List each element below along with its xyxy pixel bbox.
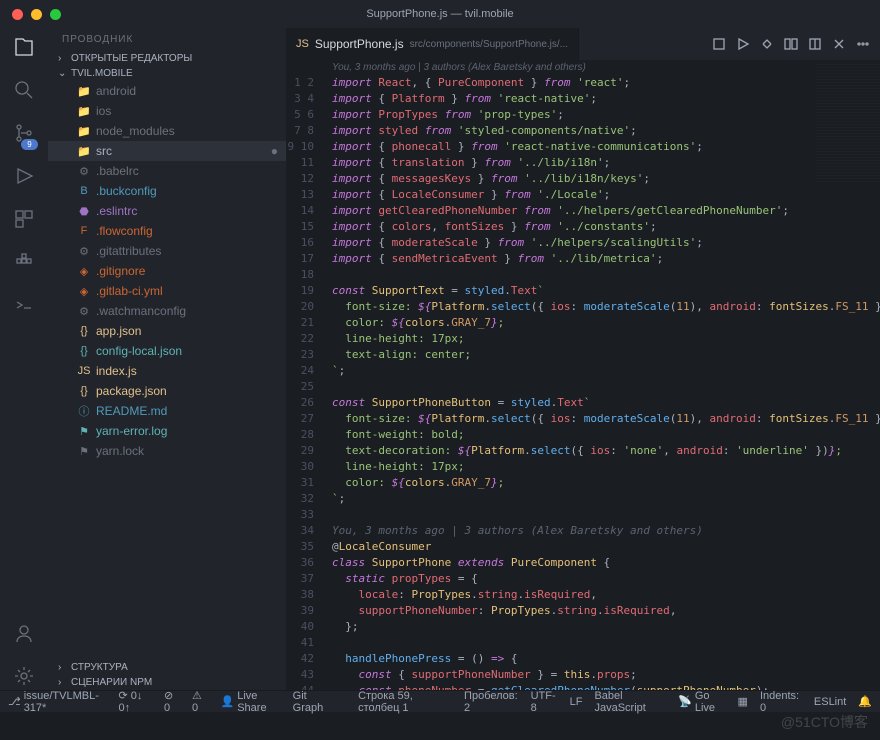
account-icon[interactable] — [13, 622, 35, 647]
tree-item[interactable]: JSindex.js — [48, 361, 286, 381]
more-icon[interactable] — [856, 37, 870, 51]
file-tree[interactable]: 📁android📁ios📁node_modules📁src●⚙.babelrcB… — [48, 81, 286, 660]
sb-indents[interactable]: Indents: 0 — [760, 690, 802, 714]
line-gutter: 1 2 3 4 5 6 7 8 9 10 11 12 13 14 15 16 1… — [286, 75, 324, 690]
sb-layout[interactable]: ▦ — [738, 695, 748, 708]
code-lines[interactable]: import React, { PureComponent } from 're… — [324, 75, 880, 690]
blame-annotation: You, 3 months ago | 3 authors (Alex Bare… — [286, 60, 880, 75]
editor-actions — [712, 37, 880, 51]
scm-icon[interactable] — [13, 122, 35, 147]
activity-bar — [0, 28, 48, 690]
close-icon[interactable] — [832, 37, 846, 51]
sidebar-section[interactable]: ⌄TVIL.MOBILE — [48, 66, 286, 81]
debug-icon[interactable] — [13, 165, 35, 190]
tree-item[interactable]: ⚙.watchmanconfig — [48, 301, 286, 321]
explorer-icon[interactable] — [13, 36, 35, 61]
window-controls — [0, 9, 61, 20]
sb-errors[interactable]: ⊘ 0 — [164, 689, 180, 714]
tab-filename: SupportPhone.js — [315, 37, 404, 51]
sb-gitgraph[interactable]: Git Graph — [293, 690, 334, 714]
close-icon[interactable] — [12, 9, 23, 20]
tree-item[interactable]: F.flowconfig — [48, 221, 286, 241]
minimize-icon[interactable] — [31, 9, 42, 20]
sb-golive[interactable]: 📡 Go Live — [678, 690, 725, 714]
sb-cursor[interactable]: Строка 59, столбец 1 — [358, 690, 452, 714]
tree-item[interactable]: 📁src● — [48, 141, 286, 161]
zoom-icon[interactable] — [50, 9, 61, 20]
tree-item[interactable]: {}app.json — [48, 321, 286, 341]
sb-spaces[interactable]: Пробелов: 2 — [464, 690, 519, 714]
tree-item[interactable]: ⬣.eslintrc — [48, 201, 286, 221]
js-icon: JS — [296, 38, 309, 50]
tree-item[interactable]: ⚙.gitattributes — [48, 241, 286, 261]
sidebar-section[interactable]: ›ОТКРЫТЫЕ РЕДАКТОРЫ — [48, 51, 286, 66]
tree-item[interactable]: 📁android — [48, 81, 286, 101]
sb-eol[interactable]: LF — [570, 696, 583, 708]
editor: JS SupportPhone.js src/components/Suppor… — [286, 28, 880, 690]
sidebar: ПРОВОДНИК ›ОТКРЫТЫЕ РЕДАКТОРЫ⌄TVIL.MOBIL… — [48, 28, 286, 690]
sb-liveshare[interactable]: 👤 Live Share — [221, 690, 281, 714]
tree-item[interactable]: ⚑yarn-error.log — [48, 421, 286, 441]
layout-icon[interactable] — [808, 37, 822, 51]
tree-item[interactable]: ◈.gitlab-ci.yml — [48, 281, 286, 301]
tree-item[interactable]: 📁node_modules — [48, 121, 286, 141]
run-icon[interactable] — [736, 37, 750, 51]
compare-icon[interactable] — [712, 37, 726, 51]
search-icon[interactable] — [13, 79, 35, 104]
sb-encoding[interactable]: UTF-8 — [531, 690, 558, 714]
tree-item[interactable]: 📁ios — [48, 101, 286, 121]
docker-icon[interactable] — [13, 251, 35, 276]
tree-item[interactable]: ⚙.babelrc — [48, 161, 286, 181]
extensions-icon[interactable] — [13, 208, 35, 233]
titlebar: SupportPhone.js — tvil.mobile — [0, 0, 880, 28]
remote-icon[interactable] — [13, 294, 35, 319]
sb-warnings[interactable]: ⚠ 0 — [192, 689, 209, 714]
statusbar: ⎇ issue/TVLMBL-317* ⟳ 0↓ 0↑ ⊘ 0 ⚠ 0 👤 Li… — [0, 690, 880, 712]
sb-branch[interactable]: ⎇ issue/TVLMBL-317* — [8, 690, 107, 714]
sidebar-section[interactable]: ›СТРУКТУРА — [48, 660, 286, 675]
tree-item[interactable]: ⓘREADME.md — [48, 401, 286, 421]
window-title: SupportPhone.js — tvil.mobile — [366, 8, 513, 20]
split-icon[interactable] — [784, 37, 798, 51]
sb-bell[interactable]: 🔔 — [858, 695, 872, 708]
sb-eslint[interactable]: ESLint — [814, 696, 846, 708]
sb-lang[interactable]: Babel JavaScript — [594, 690, 666, 714]
sidebar-section[interactable]: ›СЦЕНАРИИ NPM — [48, 675, 286, 690]
gear-icon[interactable] — [13, 665, 35, 690]
watermark: @51CTO博客 — [781, 712, 868, 732]
tree-item[interactable]: {}config-local.json — [48, 341, 286, 361]
tab-bar: JS SupportPhone.js src/components/Suppor… — [286, 28, 880, 60]
tab-path: src/components/SupportPhone.js/... — [410, 39, 568, 50]
open-changes-icon[interactable] — [760, 37, 774, 51]
code-area[interactable]: 1 2 3 4 5 6 7 8 9 10 11 12 13 14 15 16 1… — [286, 75, 880, 690]
tree-item[interactable]: {}package.json — [48, 381, 286, 401]
tab-supportphone[interactable]: JS SupportPhone.js src/components/Suppor… — [286, 28, 579, 60]
tree-item[interactable]: ◈.gitignore — [48, 261, 286, 281]
sidebar-title: ПРОВОДНИК — [48, 28, 286, 51]
tree-item[interactable]: B.buckconfig — [48, 181, 286, 201]
tree-item[interactable]: ⚑yarn.lock — [48, 441, 286, 461]
sb-sync[interactable]: ⟳ 0↓ 0↑ — [119, 689, 152, 714]
